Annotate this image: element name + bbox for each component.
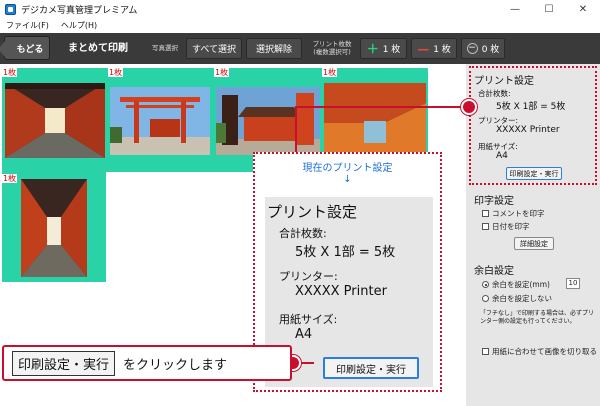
zoom-caption: 現在のプリント設定 [302, 163, 393, 174]
minus-one-label: 1 枚 [433, 45, 451, 55]
zero-label: 0 枚 [481, 45, 500, 55]
fit-to-paper-label: 用紙に合わせて画像を切り取る [492, 347, 597, 356]
radio-selected-icon [482, 281, 489, 288]
zoom-printer-value: XXXXX Printer [295, 284, 387, 299]
photo-thumbnail[interactable] [5, 83, 105, 158]
callout-dot [461, 99, 477, 115]
zoom-paper-value: A4 [295, 327, 313, 342]
print-count-label-line2: (複数選択可) [313, 48, 351, 56]
toolbar: もどる まとめて印刷 写真選択 すべて選択 選択解除 プリント枚数 (複数選択可… [0, 33, 600, 64]
window-controls: — ☐ ✕ [498, 0, 600, 18]
zoom-total-value: 5枚 X 1部 = 5枚 [295, 245, 396, 260]
margin-none-radio[interactable]: 余白を設定しない [482, 293, 552, 304]
fit-to-paper-checkbox[interactable]: 用紙に合わせて画像を切り取る [482, 347, 598, 357]
photo-thumbnail[interactable] [110, 87, 210, 155]
plus-one-button[interactable]: ＋ 1 枚 [360, 38, 407, 59]
page-title: まとめて印刷 [68, 43, 128, 54]
callout-line [295, 106, 469, 108]
photo-thumbnail[interactable] [216, 87, 320, 155]
margin-mm-input[interactable]: 10 [566, 278, 580, 289]
zoom-print-setup-execute-button[interactable]: 印刷設定・実行 [323, 357, 419, 379]
minus-icon: — [417, 41, 430, 56]
zoom-paper-label: 用紙サイズ: [279, 313, 338, 326]
menu-help[interactable]: ヘルプ(H) [55, 20, 103, 31]
margin-settings-heading: 余白設定 [474, 266, 514, 277]
plus-one-label: 1 枚 [382, 45, 401, 55]
back-button[interactable]: もどる [4, 36, 50, 60]
photo-count-tag: 1枚 [2, 68, 18, 77]
app-icon [5, 3, 16, 15]
checkbox-icon [482, 210, 489, 217]
photo-torii-path-vertical [21, 179, 87, 277]
plus-icon: ＋ [366, 42, 379, 56]
photo-torii-curve [324, 83, 426, 158]
photo-shrine-building [216, 87, 320, 155]
radio-icon [482, 295, 489, 302]
margin-none-label: 余白を設定しない [492, 294, 552, 303]
photo-thumbnail[interactable] [21, 179, 87, 277]
zoom-printer-label: プリンター: [279, 270, 338, 283]
zoom-print-settings-heading: プリント設定 [267, 203, 358, 221]
checkbox-icon [482, 223, 489, 230]
comment-checkbox[interactable]: コメントを印字 [482, 208, 545, 219]
photo-count-tag: 1枚 [214, 68, 230, 77]
photo-count-tag: 1枚 [2, 174, 18, 183]
stamp-detail-button[interactable]: 詳細設定 [514, 237, 554, 250]
minus-one-button[interactable]: — 1 枚 [411, 38, 457, 59]
close-button[interactable]: ✕ [566, 0, 600, 18]
comment-checkbox-label: コメントを印字 [492, 209, 545, 218]
print-settings-highlight [469, 66, 597, 185]
stamp-settings-heading: 印字設定 [474, 196, 514, 207]
photo-count-tag: 1枚 [108, 68, 124, 77]
select-all-button[interactable]: すべて選択 [186, 38, 242, 59]
photo-count-tag: 1枚 [322, 68, 338, 77]
maximize-button[interactable]: ☐ [532, 0, 566, 18]
menu-bar: ファイル(F) ヘルプ(H) [0, 18, 600, 32]
margin-set-label: 余白を設定(mm) [492, 280, 550, 289]
instruction-banner: 印刷設定・実行 をクリックします [2, 345, 292, 381]
photo-torii-gate [110, 87, 210, 155]
menu-file[interactable]: ファイル(F) [0, 20, 55, 31]
date-checkbox-label: 日付を印字 [492, 222, 530, 231]
instruction-text: をクリックします [123, 357, 228, 373]
photo-select-label: 写真選択 [152, 44, 178, 52]
print-count-label-line1: プリント枚数 [312, 40, 352, 48]
instruction-button-label: 印刷設定・実行 [12, 350, 116, 376]
minimize-button[interactable]: — [498, 0, 532, 18]
zoom-total-label: 合計枚数: [279, 227, 327, 240]
date-checkbox[interactable]: 日付を印字 [482, 221, 530, 232]
title-bar: デジカメ写真管理プレミアム — ☐ ✕ [0, 0, 600, 18]
print-count-label: プリント枚数 (複数選択可) [306, 40, 358, 56]
callout-line [295, 106, 297, 153]
margin-set-radio[interactable]: 余白を設定(mm) [482, 279, 550, 290]
deselect-button[interactable]: 選択解除 [246, 38, 302, 59]
zero-button[interactable]: − 0 枚 [461, 38, 505, 59]
photo-torii-tunnel [5, 83, 105, 158]
borderless-note: 「フチなし」で印刷する場合は、必ずプリンター側の設定も行ってください。 [480, 310, 595, 325]
photo-thumbnail[interactable] [324, 83, 426, 158]
checkbox-icon [482, 348, 489, 355]
minus-circle-icon: − [466, 43, 478, 54]
window-title: デジカメ写真管理プレミアム [21, 5, 138, 16]
down-arrow-icon: ↓ [343, 174, 352, 185]
